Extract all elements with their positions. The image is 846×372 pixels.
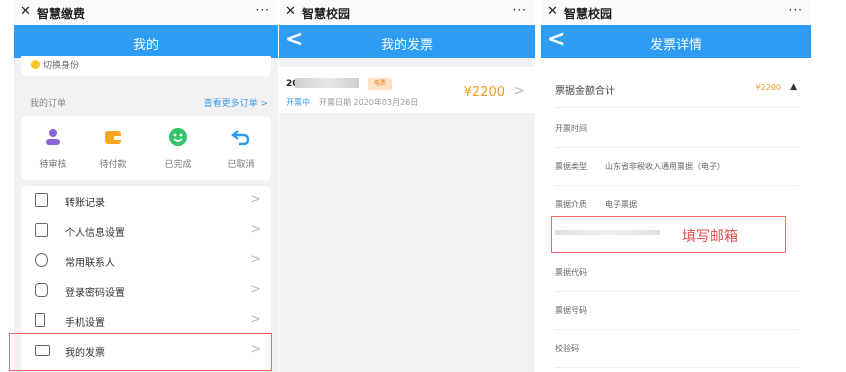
invoice-number-redacted [295, 78, 359, 88]
more-icon[interactable]: ··· [513, 3, 527, 17]
menu-item-label: 手机设置 [65, 318, 105, 329]
person-icon [42, 126, 64, 148]
chevron-right-icon: > [250, 252, 261, 267]
phone-icon [35, 313, 45, 327]
list-icon [35, 193, 48, 207]
detail-header-title: 发票详情 [649, 38, 702, 53]
mine-header: 我的 [14, 25, 278, 58]
order-status-card: 待审核 待付款 已完成 已取消 [21, 116, 271, 180]
order-status-label: 待付款 [99, 160, 127, 170]
invoices-header: < 我的发票 [279, 25, 535, 58]
detail-row-label: 校验码 [555, 344, 579, 353]
more-icon[interactable]: ··· [256, 3, 270, 17]
invoices-panel: ✕ 智慧校园 ··· < 我的发票 20 电票 开票中 开票日期 2020年03… [279, 0, 535, 372]
close-icon[interactable]: ✕ [547, 4, 558, 19]
mine-header-title: 我的 [132, 38, 159, 53]
lock-icon [35, 283, 48, 297]
menu-item-label: 常用联系人 [65, 258, 115, 269]
invoice-detail-panel: ✕ 智慧校园 ··· < 发票详情 票据金额合计 ¥2200 ▲ 开票时间 票据… [541, 0, 811, 372]
chevron-right-icon: > [513, 83, 525, 99]
invoice-status: 开票中 [286, 98, 310, 107]
menu-item-transfer-records[interactable]: 转账记录 > [21, 186, 271, 216]
detail-row-issue-time: 开票时间 [555, 110, 799, 148]
identity-dot-icon [31, 60, 40, 69]
menu-item-login-password[interactable]: 登录密码设置 > [21, 276, 271, 306]
total-amount-label: 票据金额合计 [555, 86, 615, 97]
order-status-pending-review[interactable]: 待审核 [23, 126, 83, 170]
chevron-right-icon: > [250, 222, 261, 237]
switch-identity-label: 切换身份 [43, 61, 80, 71]
detail-row-label: 票据介质 [555, 200, 587, 209]
more-icon[interactable]: ··· [789, 3, 803, 17]
detail-row-value: 山东省非税收入通用票据（电子） [605, 162, 725, 171]
detail-row-label: 票据类型 [555, 162, 587, 171]
order-status-completed[interactable]: 已完成 [148, 126, 208, 170]
invoice-type-badge: 电票 [368, 78, 392, 90]
detail-row-label: 票据代码 [555, 268, 587, 277]
detail-row-check-code: 校验码 [555, 330, 799, 368]
order-status-label: 已取消 [227, 160, 255, 170]
my-invoices-highlight-box [9, 333, 272, 371]
mine-titlebar: ✕ 智慧缴费 ··· [14, 0, 278, 25]
invoice-list-item[interactable]: 20 电票 开票中 开票日期 2020年03月26日 ¥2200 > [279, 67, 535, 113]
chevron-right-icon: > [250, 312, 261, 327]
wallet-icon [102, 126, 124, 148]
undo-icon [230, 126, 252, 148]
switch-identity-card[interactable]: 切换身份 [21, 56, 271, 76]
chevron-right-icon: > [250, 282, 261, 297]
menu-item-label: 个人信息设置 [65, 228, 125, 239]
smile-icon [167, 126, 189, 148]
total-amount-row[interactable]: 票据金额合计 ¥2200 ▲ [555, 70, 799, 108]
menu-item-label: 转账记录 [65, 198, 105, 209]
detail-header: < 发票详情 [541, 25, 811, 58]
mine-window-title: 智慧缴费 [37, 7, 86, 21]
invoices-window-title: 智慧校园 [302, 7, 351, 21]
detail-row-label: 开票时间 [555, 124, 587, 133]
invoice-amount: ¥2200 [463, 85, 505, 100]
total-amount-value: ¥2200 [755, 83, 781, 92]
contacts-icon [35, 253, 48, 267]
orders-header: 我的订单 查看更多订单 > [30, 96, 268, 109]
detail-titlebar: ✕ 智慧校园 ··· [541, 0, 811, 25]
close-icon[interactable]: ✕ [285, 4, 296, 19]
order-status-pending-payment[interactable]: 待付款 [83, 126, 143, 170]
close-icon[interactable]: ✕ [20, 4, 31, 19]
order-status-label: 待审核 [39, 160, 67, 170]
mine-panel: ✕ 智慧缴费 ··· 我的 切换身份 我的订单 查看更多订单 > 待审核 待付款 [14, 0, 278, 372]
invoices-header-title: 我的发票 [380, 38, 433, 53]
order-status-label: 已完成 [164, 160, 192, 170]
invoice-date: 开票日期 2020年03月26日 [319, 98, 419, 107]
detail-row-label: 票据号码 [555, 306, 587, 315]
menu-item-personal-info[interactable]: 个人信息设置 > [21, 216, 271, 246]
detail-row-value: 电子票据 [605, 200, 637, 209]
invoices-titlebar: ✕ 智慧校园 ··· [279, 0, 535, 25]
detail-row-number: 票据号码 [555, 292, 799, 330]
menu-item-phone-settings[interactable]: 手机设置 > [21, 306, 271, 336]
orders-more-link[interactable]: 查看更多订单 > [204, 96, 268, 109]
orders-title: 我的订单 [30, 99, 67, 109]
email-input-row[interactable]: 填写邮箱 [551, 216, 786, 253]
caret-up-icon[interactable]: ▲ [790, 82, 797, 92]
detail-row-code: 票据代码 [555, 254, 799, 292]
settings-icon [35, 223, 48, 237]
detail-window-title: 智慧校园 [564, 7, 613, 21]
menu-item-label: 登录密码设置 [65, 288, 125, 299]
detail-row-invoice-type: 票据类型 山东省非税收入通用票据（电子） [555, 148, 799, 186]
email-input-placeholder[interactable] [555, 230, 660, 235]
order-status-cancelled[interactable]: 已取消 [211, 126, 271, 170]
email-hint-annotation: 填写邮箱 [682, 229, 738, 245]
menu-item-contacts[interactable]: 常用联系人 > [21, 246, 271, 276]
chevron-right-icon: > [250, 192, 261, 207]
